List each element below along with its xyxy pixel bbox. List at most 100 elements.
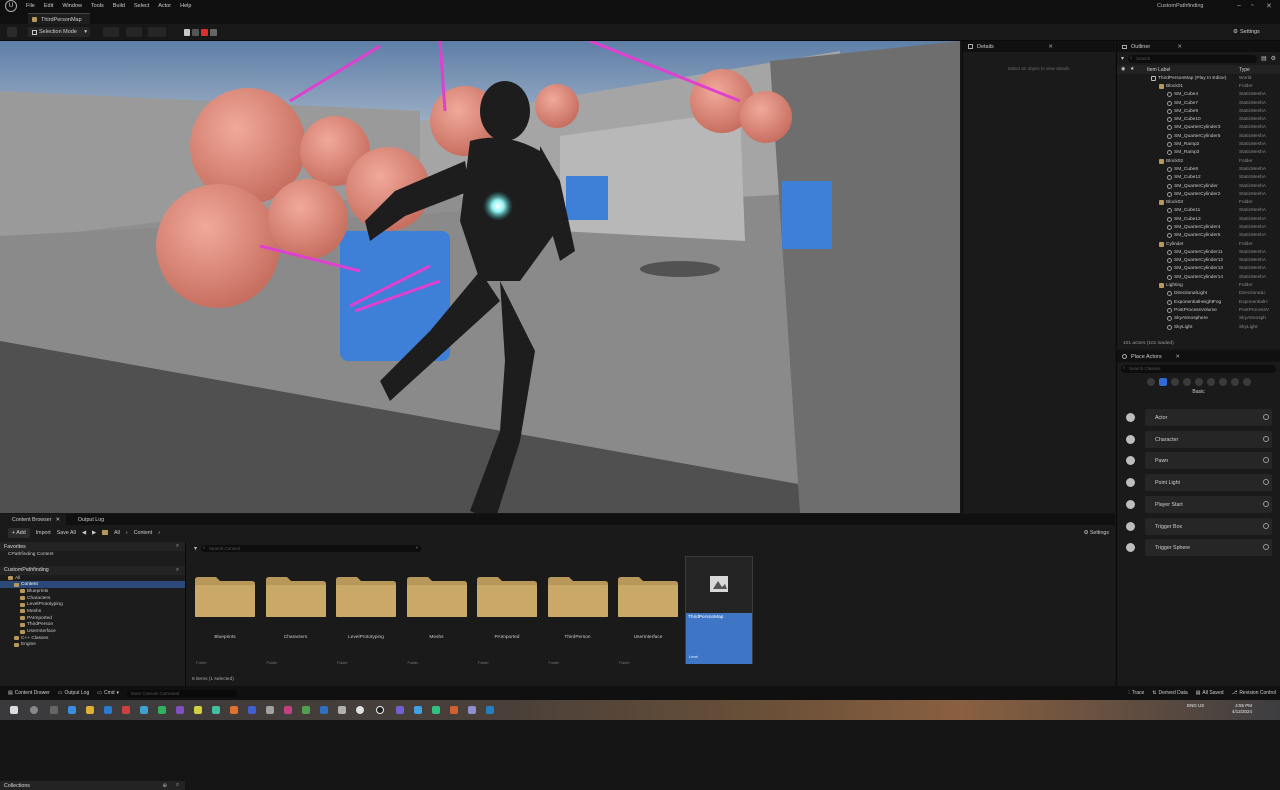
- cinematic-category-icon[interactable]: [1194, 377, 1203, 386]
- app-icon[interactable]: [212, 706, 220, 714]
- app-icon[interactable]: [414, 706, 422, 714]
- add-folder-icon[interactable]: ▤: [1261, 55, 1267, 62]
- folder-tile[interactable]: PAImported Folder: [474, 572, 540, 665]
- outliner-row[interactable]: SM_Cube7 StaticMeshA: [1117, 99, 1280, 107]
- folder-tree-item[interactable]: Content: [0, 581, 185, 589]
- folder-tile[interactable]: ThirdPerson Folder: [545, 572, 611, 665]
- actor-item-trigger-sphere[interactable]: Trigger Sphere: [1123, 538, 1273, 557]
- menu-tools[interactable]: Tools: [91, 3, 104, 9]
- close-icon[interactable]: ✕: [1177, 44, 1182, 50]
- save-all-button[interactable]: Save All: [57, 530, 76, 536]
- column-item-label[interactable]: Item Label: [1147, 67, 1170, 73]
- outliner-row[interactable]: SM_QuarterCylinder13 StaticMeshA: [1117, 265, 1280, 273]
- outliner-row[interactable]: SM_Cube4 StaticMeshA: [1117, 91, 1280, 99]
- app-icon[interactable]: [338, 706, 346, 714]
- app-icon[interactable]: [432, 706, 440, 714]
- app-icon[interactable]: [68, 706, 76, 714]
- folder-tile[interactable]: Characters Folder: [263, 572, 329, 665]
- menu-select[interactable]: Select: [134, 3, 149, 9]
- folder-tree-item[interactable]: Characters: [0, 595, 185, 602]
- outliner-row[interactable]: SM_Cube11 StaticMeshA: [1117, 207, 1280, 215]
- app-icon[interactable]: [176, 706, 184, 714]
- app-icon[interactable]: [248, 706, 256, 714]
- console-command-input[interactable]: Enter Console Command: [127, 689, 238, 697]
- folder-tree-item[interactable]: UserInterface: [0, 628, 185, 635]
- task-view-icon[interactable]: [50, 706, 58, 714]
- filter-icon[interactable]: ▾: [194, 545, 197, 552]
- breadcrumb-content[interactable]: Content: [134, 530, 153, 536]
- menu-file[interactable]: File: [26, 3, 35, 9]
- search-icon[interactable]: [30, 706, 38, 714]
- outliner-row[interactable]: PostProcessVolume PostProcessV: [1117, 306, 1280, 314]
- menu-edit[interactable]: Edit: [44, 3, 53, 9]
- outliner-row[interactable]: SM_QuarterCylinder14 StaticMeshA: [1117, 273, 1280, 281]
- outliner-row[interactable]: SM_QuarterCylinder12 StaticMeshA: [1117, 257, 1280, 265]
- info-icon[interactable]: [1263, 414, 1269, 420]
- basic-category-icon[interactable]: [1158, 377, 1167, 386]
- breadcrumb-all[interactable]: All: [114, 530, 120, 536]
- actor-item-actor[interactable]: Actor: [1123, 408, 1273, 427]
- outliner-row[interactable]: Block03 Folder: [1117, 198, 1280, 206]
- collections-header[interactable]: Collections ⊕ ⌕: [0, 781, 185, 790]
- trace-button[interactable]: ⫶ Trace: [1128, 690, 1144, 696]
- outliner-row[interactable]: Block02 Folder: [1117, 157, 1280, 165]
- import-button[interactable]: Import: [36, 530, 51, 536]
- outliner-row[interactable]: SM_Cube8 StaticMeshA: [1117, 165, 1280, 173]
- selection-mode-dropdown[interactable]: Selection Mode ▾: [28, 27, 90, 37]
- content-settings-button[interactable]: ⚙ Settings: [1084, 530, 1109, 536]
- outliner-row[interactable]: Lighting Folder: [1117, 281, 1280, 289]
- outliner-row[interactable]: SM_Cube10 StaticMeshA: [1117, 115, 1280, 123]
- outliner-row[interactable]: SM_Ramp2 StaticMeshA: [1117, 140, 1280, 148]
- cmd-dropdown[interactable]: ▭ Cmd ▾: [97, 690, 119, 696]
- folder-tile[interactable]: Blueprints Folder: [192, 572, 258, 665]
- output-log-button[interactable]: ▭ Output Log: [58, 690, 89, 696]
- folder-tree-item[interactable]: C++ Classes: [0, 635, 185, 642]
- outliner-row[interactable]: SkyLight SkyLight: [1117, 323, 1280, 331]
- app-icon[interactable]: [194, 706, 202, 714]
- favorite-item[interactable]: CPathfinding Content: [0, 551, 185, 558]
- favorites-header[interactable]: Favorites ⌕: [0, 542, 185, 551]
- close-icon[interactable]: ✕: [1048, 44, 1053, 50]
- chevron-down-icon[interactable]: ▾: [416, 545, 418, 551]
- outliner-row[interactable]: Cylinder Folder: [1117, 240, 1280, 248]
- outliner-row[interactable]: SM_Cube9 StaticMeshA: [1117, 107, 1280, 115]
- add-collection-icon[interactable]: ⊕: [163, 783, 167, 789]
- menu-help[interactable]: Help: [180, 3, 191, 9]
- pause-icon[interactable]: [184, 28, 190, 36]
- history-forward-icon[interactable]: ▶: [92, 530, 96, 536]
- folder-tile[interactable]: UserInterface Folder: [615, 572, 681, 665]
- app-icon[interactable]: [356, 706, 364, 714]
- app-icon[interactable]: [468, 706, 476, 714]
- history-back-icon[interactable]: ◀: [82, 530, 86, 536]
- app-icon[interactable]: [266, 706, 274, 714]
- outliner-row[interactable]: SM_Ramp3 StaticMeshA: [1117, 149, 1280, 157]
- folder-tree-item[interactable]: PAImported: [0, 615, 185, 622]
- actor-item-player-start[interactable]: Player Start: [1123, 495, 1273, 514]
- app-icon[interactable]: [158, 706, 166, 714]
- outliner-row[interactable]: Block01 Folder: [1117, 82, 1280, 90]
- info-icon[interactable]: [1263, 479, 1269, 486]
- stop-icon[interactable]: [201, 28, 208, 36]
- visual-effects-category-icon[interactable]: [1206, 377, 1215, 386]
- cinematics-icon[interactable]: [148, 27, 166, 37]
- search-icon[interactable]: ⌕: [176, 567, 179, 574]
- file-explorer-icon[interactable]: [86, 706, 94, 714]
- outliner-row[interactable]: SM_QuarterCylinder4 StaticMeshA: [1117, 223, 1280, 231]
- app-icon[interactable]: [302, 706, 310, 714]
- folder-tree-item[interactable]: Meshs: [0, 608, 185, 615]
- folder-tree-item[interactable]: LevelPrototyping: [0, 601, 185, 608]
- app-icon[interactable]: [104, 706, 112, 714]
- place-actors-tab[interactable]: Place Actors ✕: [1117, 351, 1280, 362]
- content-search-input[interactable]: ⌕ Search Content ▾: [201, 544, 422, 552]
- app-icon[interactable]: [486, 706, 494, 714]
- folder-tree-item[interactable]: Engine: [0, 642, 185, 649]
- folder-tree-item[interactable]: Blueprints: [0, 588, 185, 595]
- app-icon[interactable]: [230, 706, 238, 714]
- clock[interactable]: 4:55 PM 4/12/2024: [1232, 703, 1252, 715]
- filter-icon[interactable]: ▾: [1121, 55, 1124, 62]
- outliner-row[interactable]: SM_QuarterCylinder5 StaticMeshA: [1117, 132, 1280, 140]
- app-icon[interactable]: [396, 706, 404, 714]
- outliner-row[interactable]: SM_QuarterCylinder11 StaticMeshA: [1117, 248, 1280, 256]
- outliner-row[interactable]: SM_Cube12 StaticMeshA: [1117, 174, 1280, 182]
- more-category-icon[interactable]: [1242, 377, 1251, 386]
